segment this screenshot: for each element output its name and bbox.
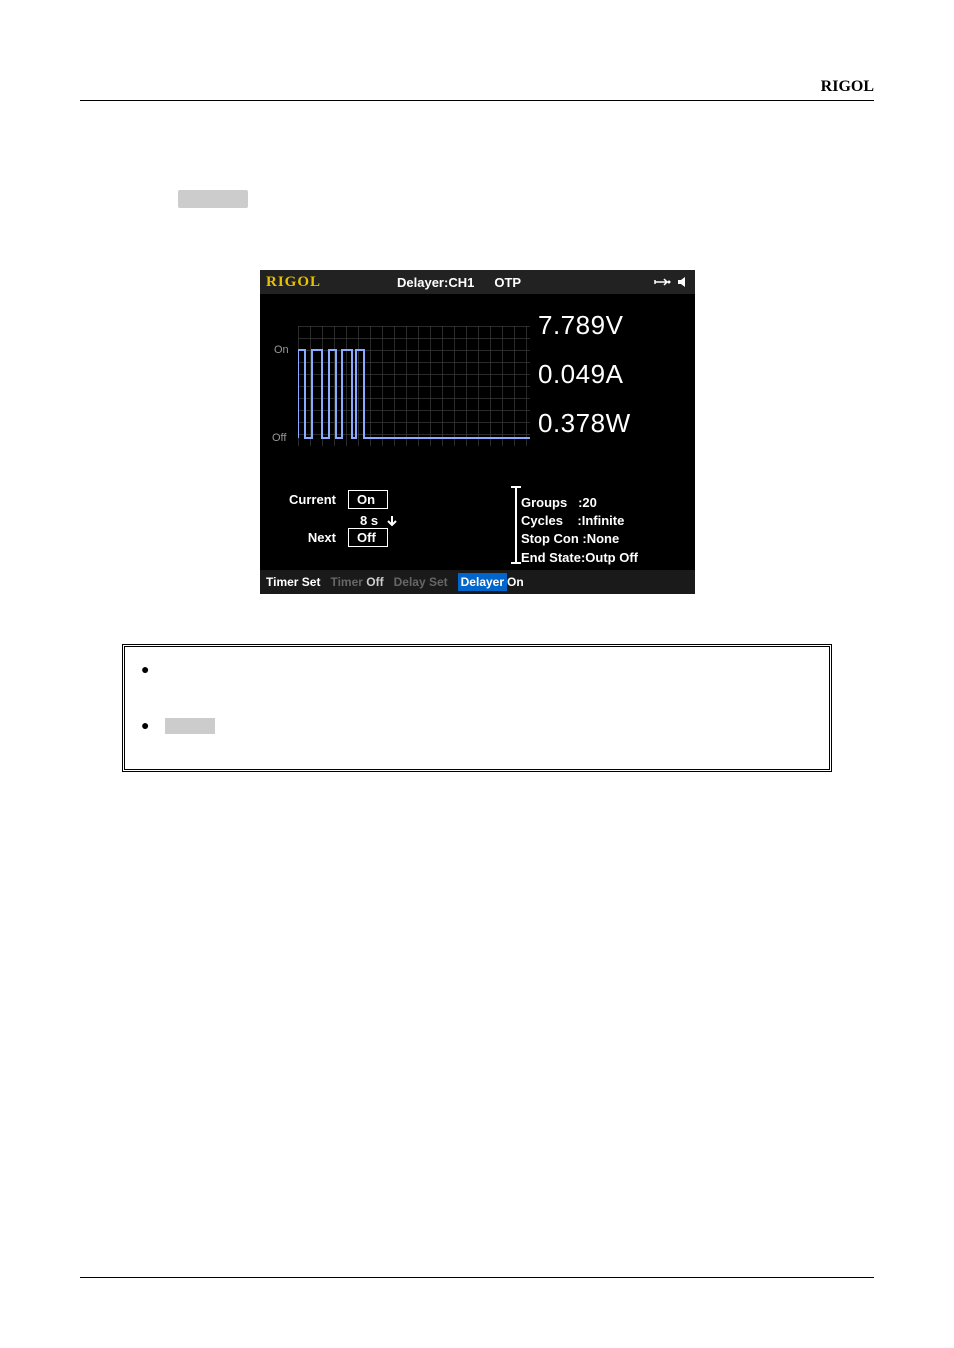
stop-condition: Stop Con :None bbox=[521, 530, 695, 548]
arrow-down-icon bbox=[386, 515, 398, 527]
figure-caption: Figure caption placeholder bbox=[260, 604, 695, 619]
y-axis-off-label: Off bbox=[272, 432, 286, 444]
cycles-value: :Infinite bbox=[577, 513, 624, 528]
current-state-value: On bbox=[348, 490, 388, 509]
tip-item-2: tip line two follows the grey key box in… bbox=[141, 715, 813, 736]
softkey-row: Timer Set Timer Off Delay Set DelayerOn bbox=[260, 570, 695, 594]
y-axis-on-label: On bbox=[274, 344, 289, 356]
delayer-softkey[interactable]: DelayerOn bbox=[454, 573, 528, 591]
groups-value: :20 bbox=[578, 495, 597, 510]
screenshot-title: Delayer:CH1 bbox=[397, 275, 474, 290]
link-icon bbox=[653, 275, 673, 289]
body-paragraph: text before key text after key continues… bbox=[80, 190, 874, 208]
params-right: Groups :20 Cycles :Infinite Stop Con :No… bbox=[515, 488, 695, 562]
waveform-trace bbox=[298, 326, 530, 446]
footer-rule bbox=[80, 1277, 874, 1278]
otp-indicator: OTP bbox=[494, 275, 521, 290]
footer-left: footer left text bbox=[80, 1287, 159, 1302]
screenshot-header: RIGOL Delayer:CH1 OTP bbox=[260, 270, 695, 294]
next-state-value: Off bbox=[348, 528, 388, 547]
countdown-time: 8 s bbox=[360, 513, 378, 528]
timer-set-label: Timer Set bbox=[266, 575, 320, 589]
next-state-label: Next bbox=[280, 530, 336, 545]
sound-off-icon bbox=[677, 275, 689, 289]
groups-label: Groups bbox=[521, 495, 567, 510]
footer-right: 00 bbox=[860, 1287, 874, 1302]
soft-key-placeholder bbox=[178, 190, 248, 208]
power-reading: 0.378W bbox=[538, 408, 687, 439]
current-state-label: Current bbox=[280, 492, 336, 507]
cycles-label: Cycles bbox=[521, 513, 563, 528]
end-state: End State:Outp Off bbox=[521, 549, 695, 567]
voltage-reading: 7.789V bbox=[538, 310, 687, 341]
params-left: Current On 8 s Next Off bbox=[260, 484, 515, 570]
tip-box: tip line one that wraps across two rows … bbox=[122, 644, 832, 772]
device-logo: RIGOL bbox=[266, 274, 321, 291]
readings-panel: 7.789V 0.049A 0.378W bbox=[530, 294, 695, 484]
header-rule bbox=[80, 100, 874, 101]
tip-item-1: tip line one that wraps across two rows … bbox=[141, 659, 813, 701]
timer-softkey[interactable]: Timer Off bbox=[326, 573, 387, 591]
current-reading: 0.049A bbox=[538, 359, 687, 390]
waveform-area: On Off bbox=[260, 294, 530, 484]
device-screenshot: RIGOL Delayer:CH1 OTP On Off 7.789V 0.04… bbox=[260, 270, 695, 594]
delay-set-softkey[interactable]: Delay Set bbox=[390, 573, 452, 591]
page-header-brand: RIGOL bbox=[821, 78, 874, 96]
soft-key-placeholder-2 bbox=[165, 718, 215, 734]
